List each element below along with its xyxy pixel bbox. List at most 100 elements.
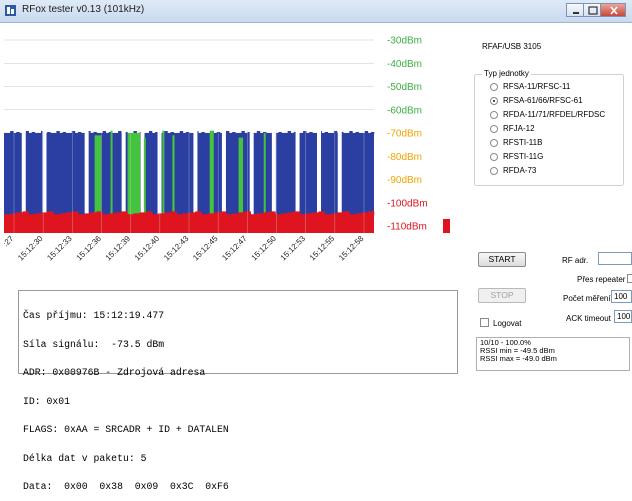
noise-sample <box>56 131 60 134</box>
noise-sample <box>333 131 338 134</box>
close-button[interactable] <box>600 3 626 17</box>
floor-sample <box>281 213 288 216</box>
noise-sample <box>281 135 285 136</box>
y-tick-label: -110dBm <box>387 222 427 233</box>
log-line: Data: 0x00 0x38 0x09 0x3C 0xF6 <box>23 481 229 492</box>
noise-gap <box>193 130 198 215</box>
count-input[interactable]: 100 <box>611 290 632 303</box>
noise-sample <box>189 135 193 136</box>
noise-sample <box>65 135 70 136</box>
x-tick-label: 15:12:58 <box>337 234 366 263</box>
unit-type-label: RFJA-12 <box>503 124 535 133</box>
floor-sample <box>115 212 122 216</box>
x-tick-label: 15:12:30 <box>16 234 45 263</box>
noise-gap <box>84 130 89 215</box>
unit-type-option[interactable]: RFDA-73 <box>490 166 620 177</box>
floor-sample <box>59 213 66 216</box>
y-tick-label: -100dBm <box>387 198 428 209</box>
noise-sample <box>256 131 261 134</box>
noise-sample <box>343 135 347 136</box>
floor-sample <box>90 212 97 216</box>
noise-sample <box>321 134 325 135</box>
noise-gap <box>221 130 226 215</box>
start-button[interactable]: START <box>478 252 526 267</box>
log-line: Čas příjmu: 15:12:19.477 <box>23 310 165 321</box>
noise-gap <box>295 130 300 215</box>
floor-sample <box>121 211 128 216</box>
floor-sample <box>96 211 103 216</box>
noise-sample <box>148 131 153 134</box>
noise-sample <box>28 134 33 135</box>
unit-type-option[interactable]: RFSTI-11G <box>490 152 620 163</box>
y-tick-label: -80dBm <box>387 152 422 163</box>
floor-sample <box>238 212 245 216</box>
x-tick-label: 15:12:53 <box>279 234 308 263</box>
rf-adr-label: RF adr. <box>562 256 589 265</box>
noise-sample <box>361 133 366 134</box>
noise-sample <box>90 134 94 135</box>
floor-sample <box>152 214 159 216</box>
noise-sample <box>115 133 119 134</box>
noise-sample <box>34 135 39 136</box>
floor-sample <box>145 211 153 216</box>
minimize-button[interactable] <box>566 3 584 17</box>
floor-sample <box>28 214 36 216</box>
floor-sample <box>10 213 17 216</box>
x-tick-label: 15:12:40 <box>133 234 162 263</box>
unit-type-option[interactable]: RFDA-11/71/RFDEL/RFDSC <box>490 110 620 121</box>
maximize-button[interactable] <box>583 3 601 17</box>
floor-sample <box>287 212 295 216</box>
floor-sample <box>189 212 196 216</box>
noise-sample <box>226 131 230 134</box>
noise-gap <box>317 130 322 215</box>
floor-sample <box>102 214 110 216</box>
floor-sample <box>53 214 60 216</box>
log-line: Délka dat v paketu: 5 <box>23 452 147 464</box>
noise-sample <box>93 132 97 134</box>
floor-sample <box>34 213 42 216</box>
unit-type-option[interactable]: RFJA-12 <box>490 124 620 135</box>
noise-sample <box>324 132 329 134</box>
x-tick-label: 15:12:43 <box>162 234 191 263</box>
floor-sample <box>158 213 165 216</box>
noise-sample <box>10 131 14 134</box>
stop-button[interactable]: STOP <box>478 288 526 303</box>
noise-sample <box>182 134 187 135</box>
floor-sample <box>232 213 239 216</box>
signal-bar <box>127 133 141 215</box>
noise-sample <box>349 131 353 134</box>
ack-timeout-input[interactable]: 100 <box>614 310 632 323</box>
unit-type-option[interactable]: RFSTI-11B <box>490 138 620 149</box>
status-line: RSSI max = -49.0 dBm <box>480 354 557 363</box>
ack-timeout-label: ACK timeout <box>566 314 611 323</box>
floor-sample <box>343 211 350 216</box>
floor-sample <box>263 212 270 216</box>
radio-circle <box>490 125 498 133</box>
count-label: Počet měření <box>563 294 611 303</box>
floor-sample <box>207 213 214 216</box>
noise-sample <box>68 133 73 134</box>
repeater-checkbox[interactable] <box>627 274 632 283</box>
noise-sample <box>105 134 110 135</box>
x-tick-label: 15:12:36 <box>75 234 104 263</box>
logovat-label: Logovat <box>493 319 522 328</box>
noise-sample <box>290 134 295 135</box>
unit-type-option[interactable]: RFSA-61/66/RFSC-61 <box>490 96 620 107</box>
signal-bar <box>110 130 113 215</box>
noise-gap <box>21 130 26 215</box>
rf-adr-input[interactable] <box>598 252 632 265</box>
floor-sample <box>133 213 140 216</box>
noise-sample <box>229 134 233 135</box>
unit-type-option[interactable]: RFSA-11/RFSC-11 <box>490 82 620 93</box>
floor-sample <box>349 214 356 216</box>
noise-sample <box>370 132 375 134</box>
signal-bar <box>238 137 244 215</box>
y-tick-label: -50dBm <box>387 82 422 93</box>
noise-sample <box>118 131 122 134</box>
x-tick-label: :27 <box>4 234 16 249</box>
noise-sample <box>241 131 245 134</box>
logovat-checkbox[interactable] <box>480 318 489 327</box>
floor-sample <box>41 212 48 216</box>
radio-circle <box>490 83 498 91</box>
floor-sample <box>22 211 29 216</box>
